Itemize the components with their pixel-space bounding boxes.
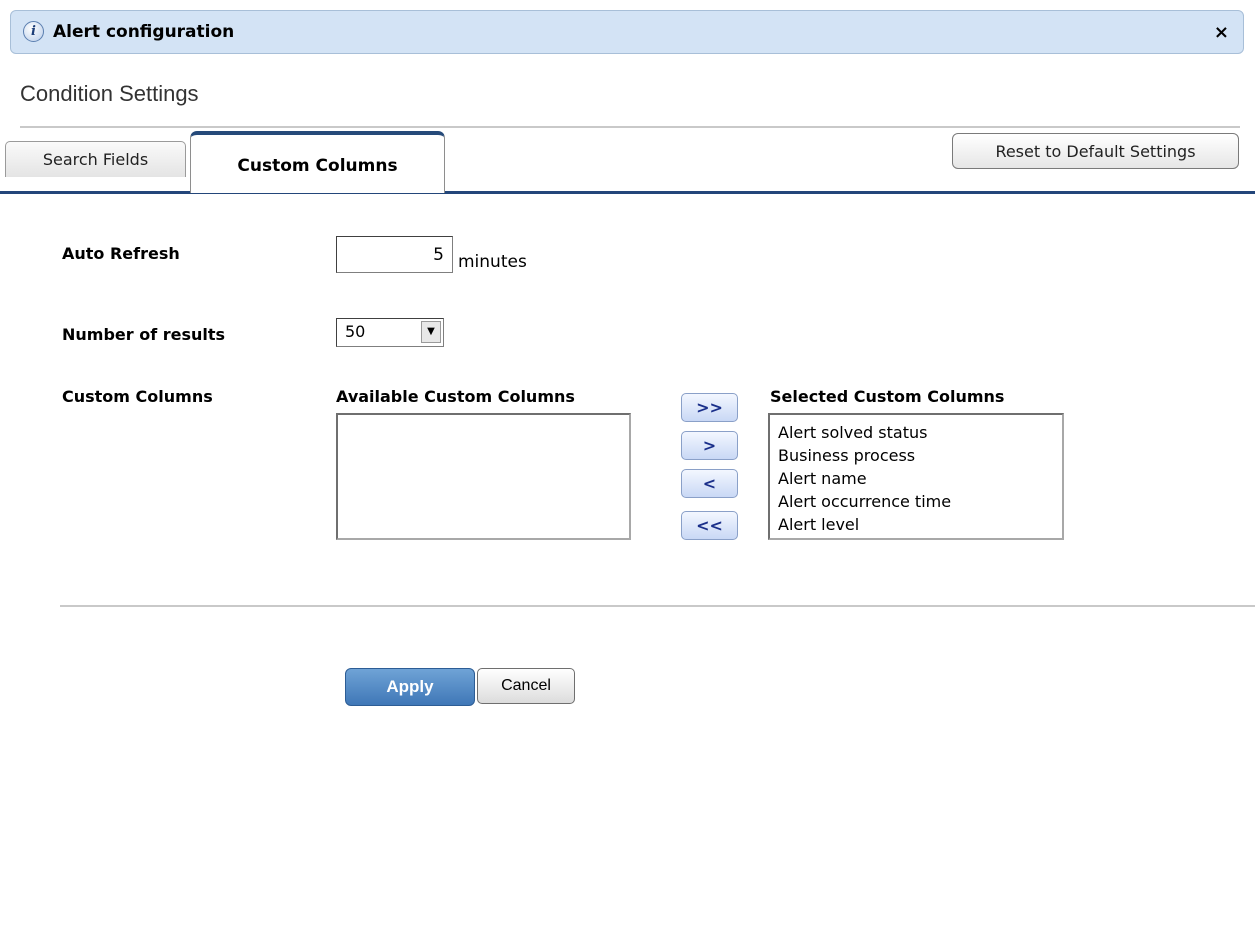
- dialog-title-bar: i Alert configuration ×: [10, 10, 1244, 54]
- available-columns-list[interactable]: [336, 413, 631, 540]
- close-icon[interactable]: ×: [1214, 23, 1229, 43]
- list-item[interactable]: Alert level: [778, 513, 1062, 536]
- auto-refresh-input[interactable]: [336, 236, 453, 273]
- auto-refresh-unit: minutes: [458, 252, 527, 272]
- remove-column-button[interactable]: <: [681, 469, 738, 498]
- section-divider: [20, 126, 1240, 128]
- number-of-results-label: Number of results: [62, 325, 226, 344]
- add-all-columns-button[interactable]: >>: [681, 393, 738, 422]
- selected-columns-list[interactable]: Alert solved status Business process Ale…: [768, 413, 1064, 540]
- custom-columns-label: Custom Columns: [62, 387, 213, 406]
- tab-strip-line: [0, 191, 1255, 194]
- reset-default-settings-button[interactable]: Reset to Default Settings: [952, 133, 1239, 169]
- remove-all-columns-button[interactable]: <<: [681, 511, 738, 540]
- auto-refresh-label: Auto Refresh: [62, 244, 180, 263]
- number-of-results-select[interactable]: 50 ▼: [336, 318, 444, 347]
- section-title: Condition Settings: [20, 81, 199, 106]
- cancel-button[interactable]: Cancel: [477, 668, 575, 704]
- list-item[interactable]: Alert occurrence time: [778, 490, 1062, 513]
- actions-divider: [60, 605, 1255, 607]
- tab-custom-columns[interactable]: Custom Columns: [190, 131, 445, 193]
- add-column-button[interactable]: >: [681, 431, 738, 460]
- info-icon: i: [23, 21, 44, 42]
- dialog-title: Alert configuration: [53, 22, 235, 42]
- available-columns-header: Available Custom Columns: [336, 387, 575, 406]
- tab-search-fields[interactable]: Search Fields: [5, 141, 186, 177]
- number-of-results-value: 50: [345, 322, 366, 341]
- list-item[interactable]: Alert solved status: [778, 421, 1062, 444]
- list-item[interactable]: Alert name: [778, 467, 1062, 490]
- list-item[interactable]: Business process: [778, 444, 1062, 467]
- selected-columns-header: Selected Custom Columns: [770, 387, 1005, 406]
- chevron-down-icon[interactable]: ▼: [421, 321, 441, 343]
- apply-button[interactable]: Apply: [345, 668, 475, 706]
